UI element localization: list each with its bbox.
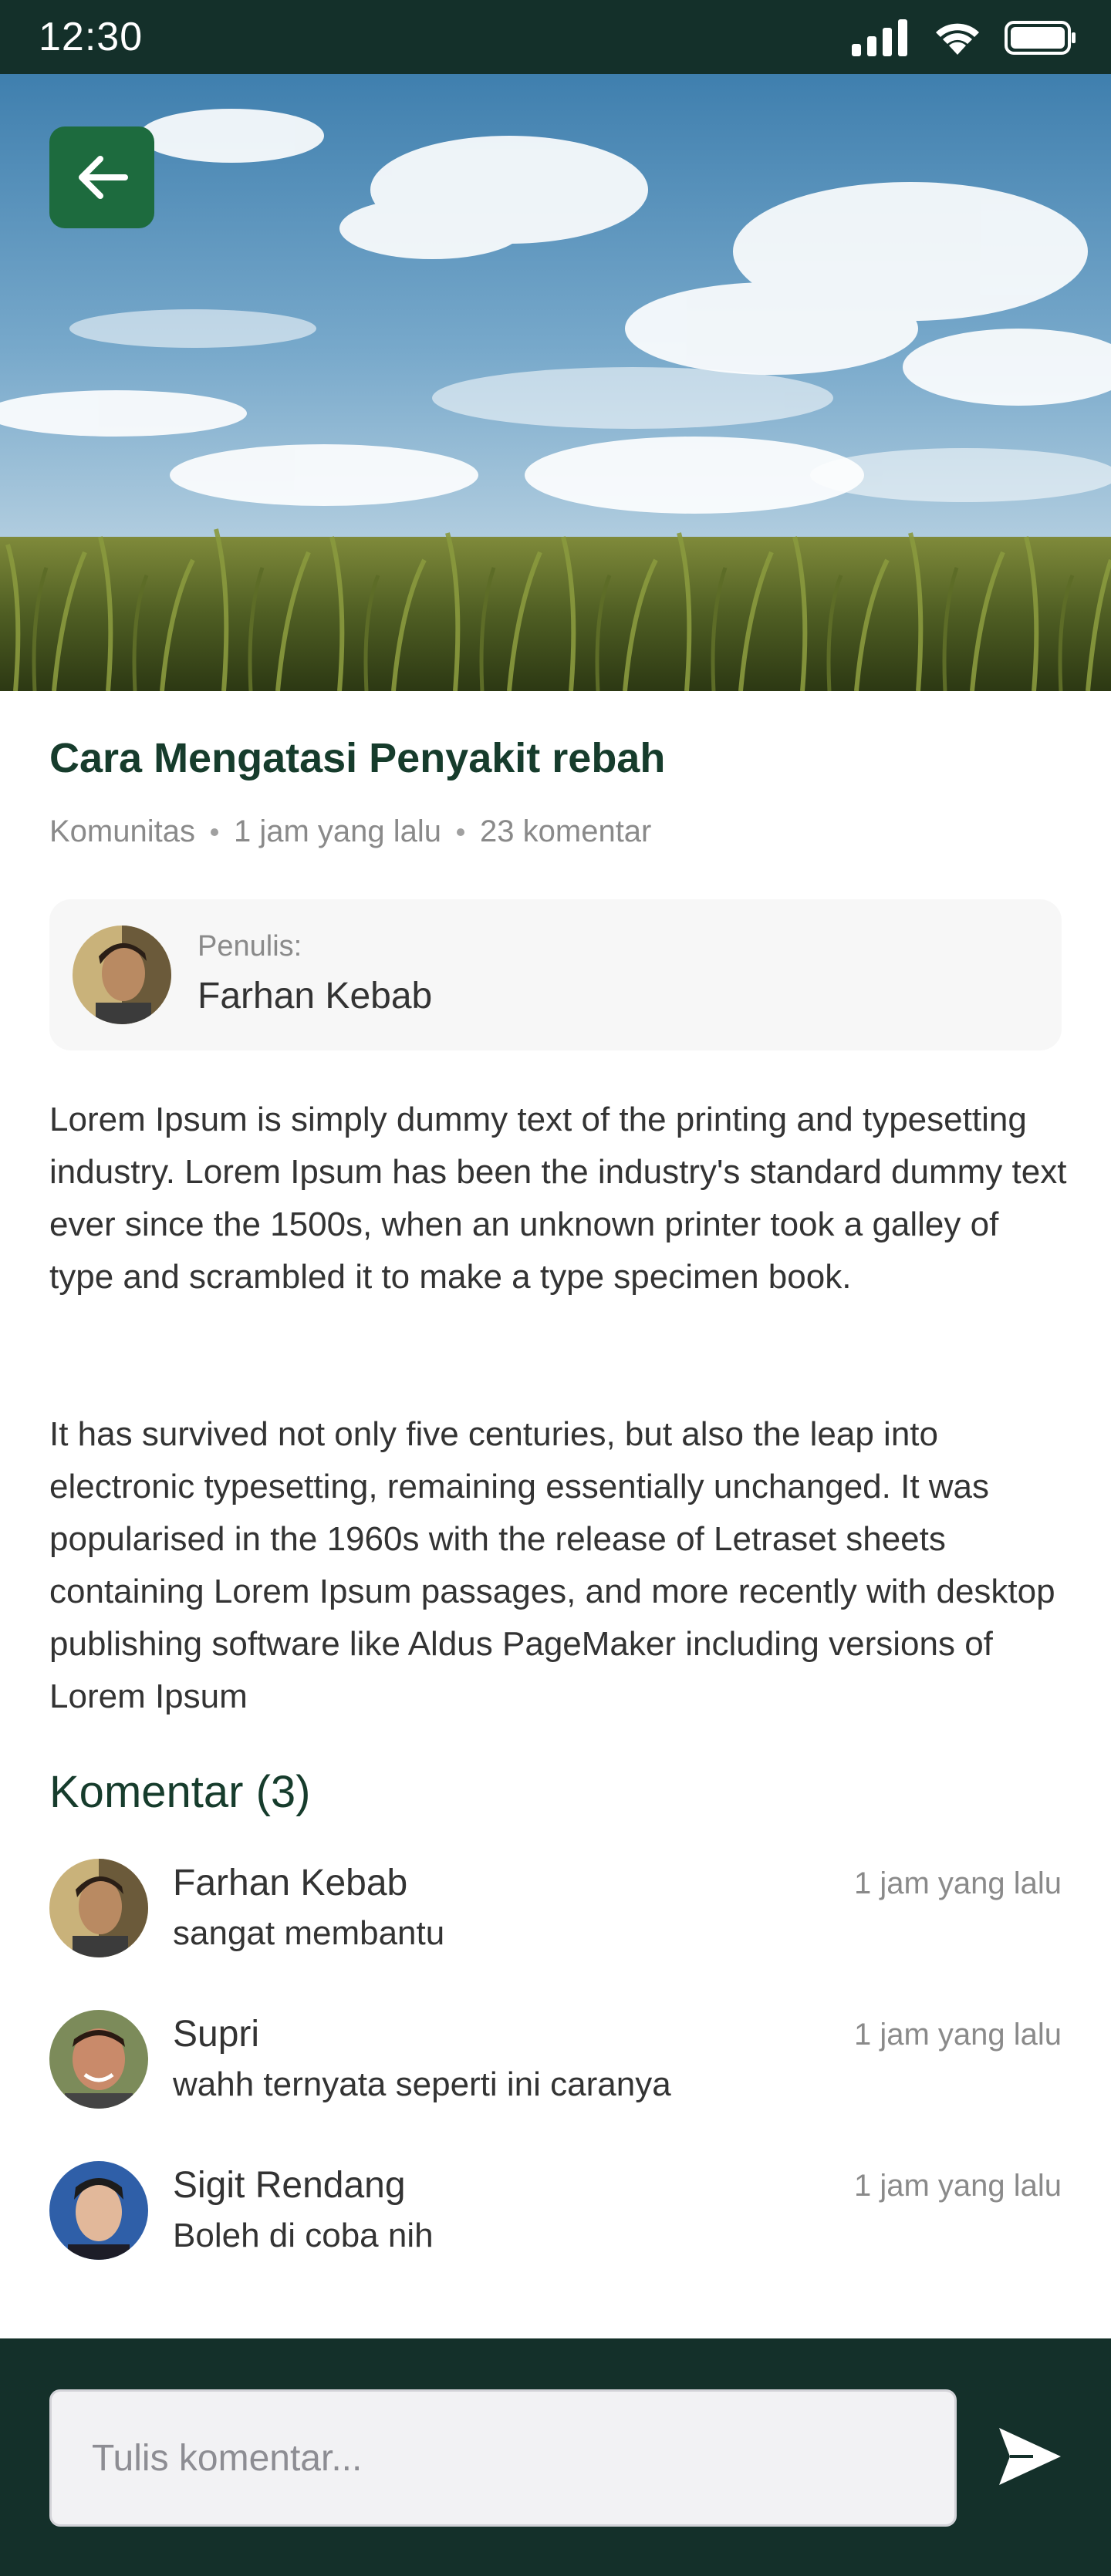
comment-text: sangat membantu [173,1914,445,1952]
comment-item: Sigit Rendang 1 jam yang lalu Boleh di c… [49,2161,1062,2277]
status-icons [852,17,1077,59]
comment-item: Farhan Kebab 1 jam yang lalu sangat memb… [49,1859,1062,1974]
comment-time: 1 jam yang lalu [853,1866,1062,1900]
article-paragraph: It has survived not only five centuries,… [49,1415,1055,1715]
avatar [73,926,171,1024]
arrow-left-icon [79,156,128,199]
comment-input[interactable] [49,2389,957,2527]
comment-text: Boleh di coba nih [173,2217,434,2254]
meta-separator [210,828,218,836]
avatar[interactable] [49,2161,148,2260]
hero-image [0,74,1111,691]
article-comment-count[interactable]: 23 komentar [480,814,651,849]
signal-icon [852,19,907,56]
comment-text: wahh ternyata seperti ini caranya [173,2065,671,2103]
article-time: 1 jam yang lalu [233,814,442,848]
comment-time: 1 jam yang lalu [853,2018,1062,2052]
comment-composer [0,2338,1111,2576]
comment-author[interactable]: Sigit Rendang [173,2164,406,2207]
article-paragraph: Lorem Ipsum is simply dummy text of the … [49,1101,1067,1296]
article-category[interactable]: Komunitas [49,814,195,849]
back-button[interactable] [49,126,154,228]
author-name: Farhan Kebab [198,976,433,1017]
send-icon [999,2428,1061,2485]
battery-icon [1005,21,1076,55]
article-meta: Komunitas 1 jam yang lalu 23 komentar [49,814,651,849]
comment-author[interactable]: Supri [173,2013,259,2055]
meta-separator [457,828,465,836]
comment-item: Supri 1 jam yang lalu wahh ternyata sepe… [49,2010,1062,2126]
wifi-icon [936,23,979,55]
status-time: 12:30 [39,15,144,59]
comment-time: 1 jam yang lalu [853,2169,1062,2203]
avatar[interactable] [49,2010,148,2109]
comment-author[interactable]: Farhan Kebab [173,1862,407,1904]
cornfield-sky-image [0,74,1111,691]
author-label: Penulis: [198,930,302,963]
status-bar: 12:30 [0,0,1111,74]
send-button[interactable] [988,2414,1072,2499]
comments-title: Komentar (3) [49,1767,311,1817]
article-title: Cara Mengatasi Penyakit rebah [49,735,666,781]
author-card[interactable]: Penulis: Farhan Kebab [49,899,1062,1050]
avatar[interactable] [49,1859,148,1957]
